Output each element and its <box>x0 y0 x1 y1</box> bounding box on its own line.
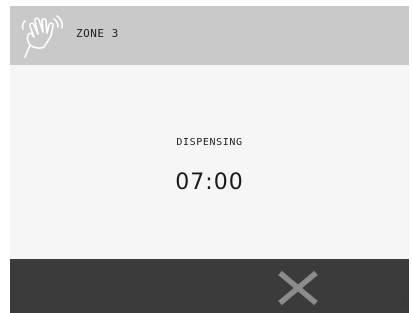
header-bar: ZONE 3 <box>10 6 409 65</box>
hand-wave-icon <box>21 15 64 58</box>
countdown-timer: 07:00 <box>175 170 244 195</box>
cancel-button[interactable] <box>272 269 324 307</box>
dispenser-screen: ZONE 3 DISPENSING 07:00 <box>10 6 409 313</box>
close-icon <box>278 270 318 306</box>
footer-bar <box>10 259 409 313</box>
zone-title: ZONE 3 <box>76 27 119 40</box>
page-number: 3 <box>401 298 407 308</box>
status-label: DISPENSING <box>176 137 243 148</box>
